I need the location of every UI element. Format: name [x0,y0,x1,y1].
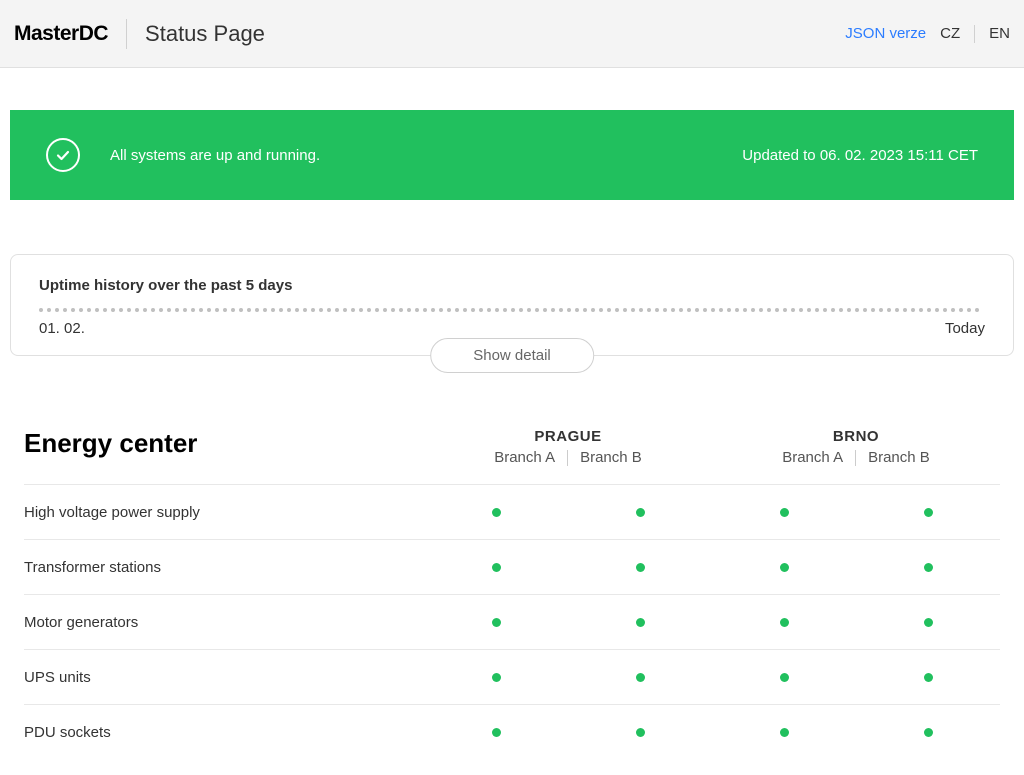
energy-center-section: Energy center PRAGUE Branch A Branch B B… [10,428,1014,759]
table-row: High voltage power supply [24,484,1000,539]
branch-b-label: Branch B [580,449,642,466]
location-name: BRNO [712,428,1000,445]
table-row: PDU sockets [24,704,1000,759]
row-label: UPS units [24,669,424,686]
status-cells [712,673,1000,682]
status-cells [424,728,712,737]
uptime-start-date: 01. 02. [39,320,85,337]
status-ok-icon [924,563,933,572]
uptime-card: Uptime history over the past 5 days 01. … [10,254,1014,356]
status-ok-icon [636,618,645,627]
status-ok-icon [636,728,645,737]
page-header: MasterDC Status Page JSON verze CZ EN [0,0,1024,68]
lang-cz[interactable]: CZ [940,25,960,42]
logo[interactable]: MasterDC [14,22,108,46]
uptime-dots [39,308,985,312]
banner-updated: Updated to 06. 02. 2023 15:11 CET [742,147,978,164]
status-ok-icon [924,508,933,517]
section-title: Energy center [24,428,424,459]
row-label: Motor generators [24,614,424,631]
divider [126,19,127,49]
page-title: Status Page [145,21,265,47]
status-ok-icon [780,728,789,737]
branch-a-label: Branch A [494,449,555,466]
status-ok-icon [780,673,789,682]
divider [974,25,975,43]
row-label: Transformer stations [24,559,424,576]
status-ok-icon [636,673,645,682]
show-detail-button[interactable]: Show detail [430,338,594,373]
status-ok-icon [492,508,501,517]
json-link[interactable]: JSON verze [845,25,926,42]
status-cells [424,508,712,517]
location-prague: PRAGUE Branch A Branch B [424,428,712,466]
status-ok-icon [924,673,933,682]
banner-left: All systems are up and running. [46,138,320,172]
status-ok-icon [780,563,789,572]
branches: Branch A Branch B [712,449,1000,466]
status-cells [424,618,712,627]
status-banner: All systems are up and running. Updated … [10,110,1014,200]
status-ok-icon [780,618,789,627]
table-row: UPS units [24,649,1000,704]
row-label: High voltage power supply [24,504,424,521]
uptime-title: Uptime history over the past 5 days [39,277,985,294]
branches: Branch A Branch B [424,449,712,466]
header-right: JSON verze CZ EN [845,25,1010,43]
status-ok-icon [492,563,501,572]
branch-a-label: Branch A [782,449,843,466]
uptime-dates: 01. 02. Today [39,320,985,337]
uptime-end-date: Today [945,320,985,337]
status-ok-icon [636,563,645,572]
header-left: MasterDC Status Page [14,19,265,49]
status-cells [712,618,1000,627]
divider [855,450,856,466]
lang-en[interactable]: EN [989,25,1010,42]
table-row: Transformer stations [24,539,1000,594]
status-cells [424,563,712,572]
row-label: PDU sockets [24,724,424,741]
banner-message: All systems are up and running. [110,147,320,164]
status-ok-icon [780,508,789,517]
status-ok-icon [492,728,501,737]
check-icon [46,138,80,172]
status-ok-icon [924,728,933,737]
status-cells [712,728,1000,737]
status-cells [712,563,1000,572]
status-ok-icon [924,618,933,627]
branch-b-label: Branch B [868,449,930,466]
status-cells [712,508,1000,517]
status-ok-icon [492,673,501,682]
location-brno: BRNO Branch A Branch B [712,428,1000,466]
divider [567,450,568,466]
location-name: PRAGUE [424,428,712,445]
status-cells [424,673,712,682]
table-row: Motor generators [24,594,1000,649]
status-ok-icon [492,618,501,627]
status-ok-icon [636,508,645,517]
section-header: Energy center PRAGUE Branch A Branch B B… [24,428,1000,484]
